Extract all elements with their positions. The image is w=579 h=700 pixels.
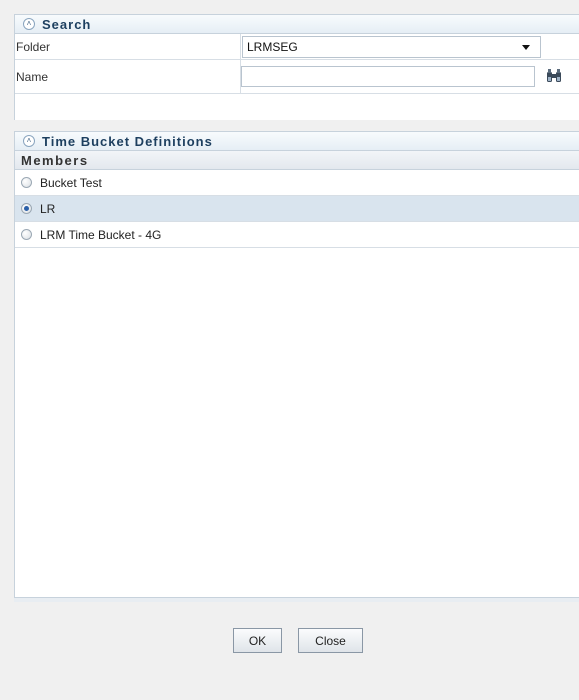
panel-footer-strip (14, 598, 579, 602)
definitions-title: Time Bucket Definitions (42, 133, 213, 149)
members-title: Members (21, 152, 89, 168)
ok-button[interactable]: OK (233, 628, 282, 653)
radio-button[interactable] (21, 177, 32, 188)
folder-row: Folder LRMSEG (15, 34, 579, 60)
search-header[interactable]: ˄ Search (15, 15, 579, 34)
search-title: Search (42, 16, 92, 32)
radio-button-checked[interactable] (21, 203, 32, 214)
dropdown-arrow-icon[interactable] (522, 44, 530, 50)
binoculars-search-icon[interactable] (546, 68, 562, 84)
member-label: LR (40, 201, 56, 216)
radio-button[interactable] (21, 229, 32, 240)
member-row-bucket-test[interactable]: Bucket Test (15, 170, 579, 196)
members-header: Members (15, 151, 579, 170)
member-row-lr[interactable]: LR (15, 196, 579, 222)
collapse-icon[interactable]: ˄ (23, 18, 35, 30)
folder-select-value: LRMSEG (247, 40, 298, 54)
members-list: Bucket Test LR LRM Time Bucket - 4G (15, 170, 579, 248)
name-row: Name (15, 60, 579, 94)
member-row-lrm-time-bucket-4g[interactable]: LRM Time Bucket - 4G (15, 222, 579, 248)
folder-select[interactable]: LRMSEG (242, 36, 541, 58)
collapse-icon[interactable]: ˄ (23, 135, 35, 147)
close-button[interactable]: Close (298, 628, 363, 653)
name-input[interactable] (241, 66, 535, 87)
search-panel: ˄ Search Folder LRMSEG Name (14, 14, 579, 120)
name-label: Name (15, 60, 241, 93)
definitions-header[interactable]: ˄ Time Bucket Definitions (15, 132, 579, 151)
member-label: Bucket Test (40, 175, 102, 190)
time-bucket-definitions-panel: ˄ Time Bucket Definitions Members Bucket… (14, 131, 579, 598)
folder-label: Folder (15, 34, 241, 59)
member-label: LRM Time Bucket - 4G (40, 227, 162, 242)
